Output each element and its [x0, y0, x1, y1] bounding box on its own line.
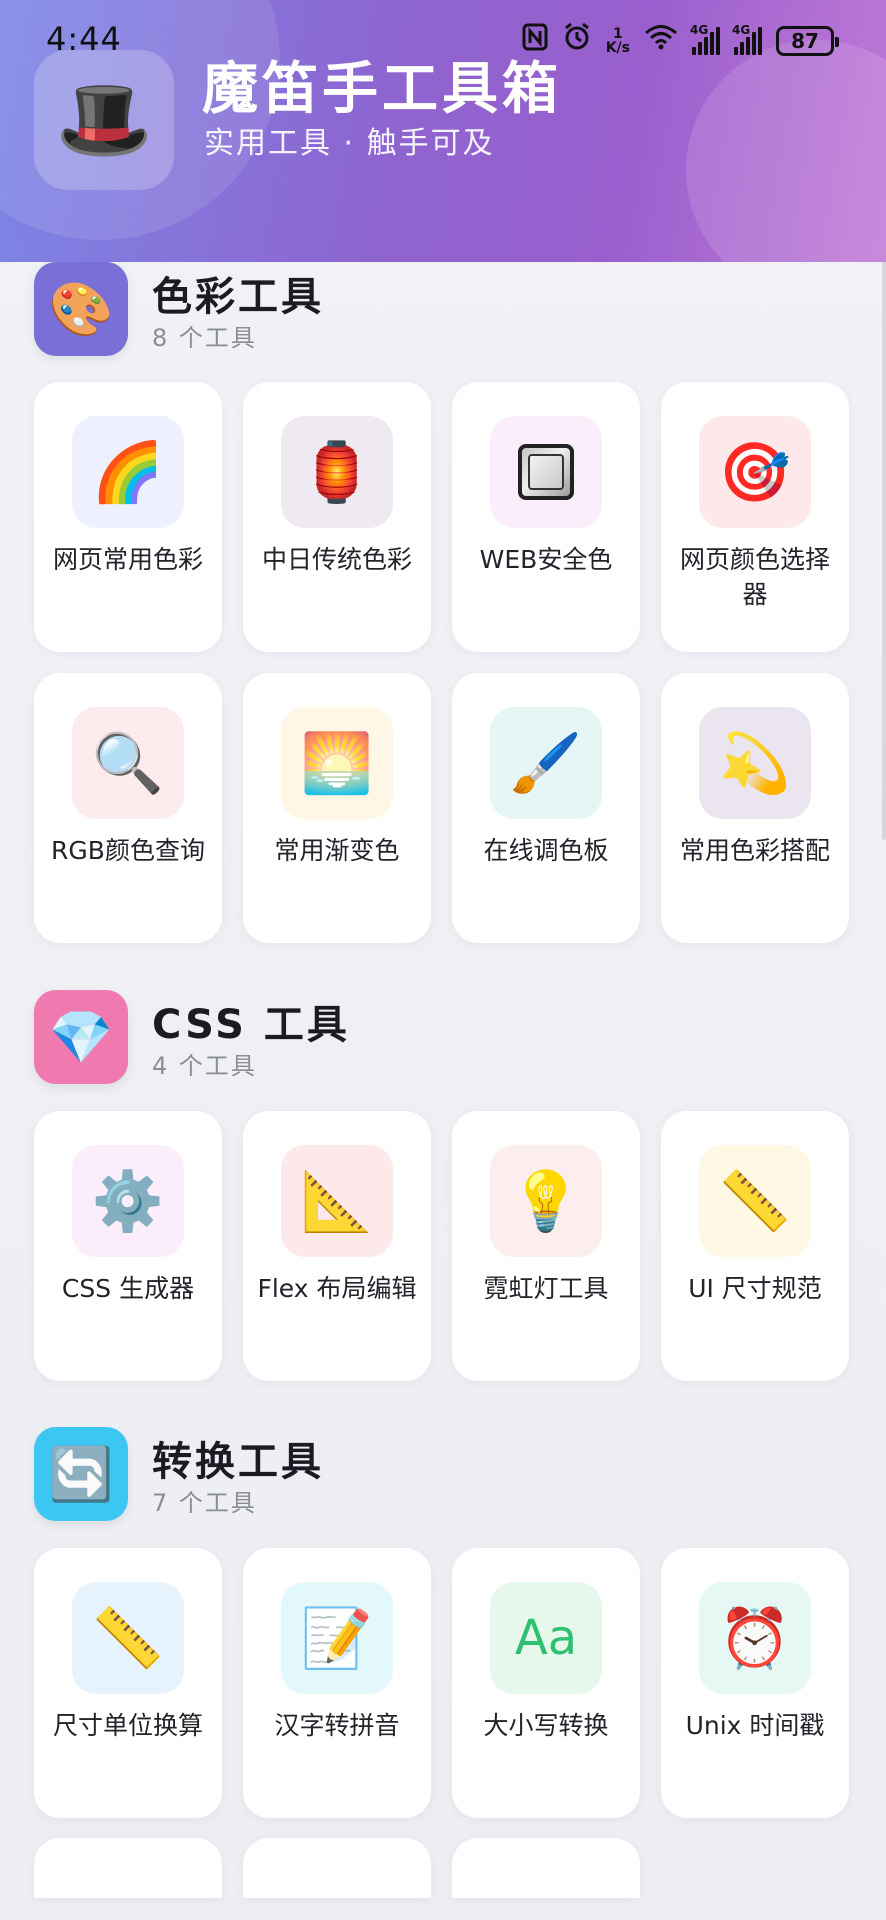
signal-label: 4G: [690, 22, 709, 37]
target-icon: 🎯: [699, 416, 811, 528]
tool-card-partial[interactable]: [243, 1838, 431, 1898]
scrollbar[interactable]: [882, 260, 886, 840]
tool-label: 尺寸单位换算: [52, 1711, 203, 1740]
tool-label: 网页颜色选择器: [679, 545, 830, 609]
net-speed-unit: K/s: [605, 39, 630, 56]
tool-card-unit-converter[interactable]: 📏 尺寸单位换算: [34, 1548, 222, 1818]
palette-icon: 🎨: [34, 262, 128, 356]
app-title: 魔笛手工具箱: [202, 57, 562, 122]
ruler-icon: 📏: [72, 1582, 184, 1694]
signal-label: 4G: [732, 22, 751, 37]
tool-label: 常用色彩搭配: [679, 836, 830, 865]
square-frame-icon: [490, 416, 602, 528]
gear-icon: ⚙️: [72, 1145, 184, 1257]
magnifier-icon: 🔍: [72, 707, 184, 819]
section-header-color-tools: 🎨 色彩工具 8 个工具: [34, 262, 834, 358]
tool-label: 中日传统色彩: [261, 545, 412, 574]
section-count: 8 个工具: [152, 324, 257, 352]
alarm-icon: [562, 22, 592, 59]
section-header-conversion-tools: 🔄 转换工具 7 个工具: [34, 1427, 834, 1523]
tool-card-css-generator[interactable]: ⚙️ CSS 生成器: [34, 1111, 222, 1381]
app-root: 4:44 1 K/s 4G 4G 87 🎩 魔笛手工具箱 实用工具 · 触手可及…: [0, 0, 886, 1920]
section-count: 4 个工具: [152, 1052, 257, 1080]
tool-label: CSS 生成器: [61, 1274, 195, 1303]
tool-card-traditional-colors[interactable]: 🏮 中日传统色彩: [243, 382, 431, 652]
tool-card-partial[interactable]: [452, 1838, 640, 1898]
tool-label: 霓虹灯工具: [483, 1274, 609, 1303]
app-logo-icon: 🎩: [34, 50, 174, 190]
tool-card-color-picker[interactable]: 🎯 网页颜色选择器: [661, 382, 849, 652]
tool-card-case-converter[interactable]: Aa 大小写转换: [452, 1548, 640, 1818]
tool-card-ui-size-spec[interactable]: 📏 UI 尺寸规范: [661, 1111, 849, 1381]
tool-card-unix-timestamp[interactable]: ⏰ Unix 时间戳: [661, 1548, 849, 1818]
tool-card-neon-tool[interactable]: 💡 霓虹灯工具: [452, 1111, 640, 1381]
section-title: 色彩工具: [152, 274, 324, 320]
tool-label: RGB颜色查询: [51, 836, 205, 865]
tool-card-hanzi-pinyin[interactable]: 📝 汉字转拼音: [243, 1548, 431, 1818]
paintbrush-icon: 🖌️: [490, 707, 602, 819]
tool-card-partial[interactable]: [34, 1838, 222, 1898]
tool-card-online-palette[interactable]: 🖌️ 在线调色板: [452, 673, 640, 943]
tool-label: Flex 布局编辑: [257, 1274, 417, 1303]
alarm-clock-icon: ⏰: [699, 1582, 811, 1694]
sunrise-icon: 🌅: [281, 707, 393, 819]
tool-card-flex-editor[interactable]: 📐 Flex 布局编辑: [243, 1111, 431, 1381]
tool-label: 在线调色板: [483, 836, 609, 865]
tool-card-gradients[interactable]: 🌅 常用渐变色: [243, 673, 431, 943]
signal-4g-icon: 4G: [690, 23, 720, 55]
lantern-icon: 🏮: [281, 416, 393, 528]
section-title: 转换工具: [152, 1439, 324, 1485]
triangle-ruler-icon: 📐: [281, 1145, 393, 1257]
tool-label: UI 尺寸规范: [688, 1274, 822, 1303]
memo-icon: 📝: [281, 1582, 393, 1694]
tool-label: 常用渐变色: [274, 836, 400, 865]
section-count: 7 个工具: [152, 1489, 257, 1517]
text-case-icon: Aa: [490, 1582, 602, 1694]
tool-card-web-safe-colors[interactable]: WEB安全色: [452, 382, 640, 652]
status-icons: 1 K/s 4G 4G 87: [522, 22, 839, 59]
tool-card-web-common-colors[interactable]: 🌈 网页常用色彩: [34, 382, 222, 652]
wifi-icon: [644, 24, 678, 57]
section-title: CSS 工具: [152, 1002, 350, 1048]
tool-label: 大小写转换: [483, 1711, 609, 1740]
ruler-icon: 📏: [699, 1145, 811, 1257]
tool-label: WEB安全色: [479, 545, 613, 574]
section-header-css-tools: 💎 CSS 工具 4 个工具: [34, 990, 834, 1086]
app-header: 4:44 1 K/s 4G 4G 87 🎩 魔笛手工具箱 实用工具 · 触手可及: [0, 0, 886, 262]
gem-icon: 💎: [34, 990, 128, 1084]
refresh-icon: 🔄: [34, 1427, 128, 1521]
tool-label: Unix 时间戳: [685, 1711, 825, 1740]
tool-card-rgb-lookup[interactable]: 🔍 RGB颜色查询: [34, 673, 222, 943]
lightbulb-icon: 💡: [490, 1145, 602, 1257]
net-speed: 1 K/s: [606, 27, 630, 55]
tool-card-color-combos[interactable]: 💫 常用色彩搭配: [661, 673, 849, 943]
battery-indicator: 87: [776, 25, 839, 56]
tool-label: 汉字转拼音: [274, 1711, 400, 1740]
signal-4g-icon: 4G: [732, 23, 762, 55]
app-subtitle: 实用工具 · 触手可及: [204, 126, 495, 161]
tool-label: 网页常用色彩: [52, 545, 203, 574]
rainbow-icon: 🌈: [72, 416, 184, 528]
dizzy-star-icon: 💫: [699, 707, 811, 819]
